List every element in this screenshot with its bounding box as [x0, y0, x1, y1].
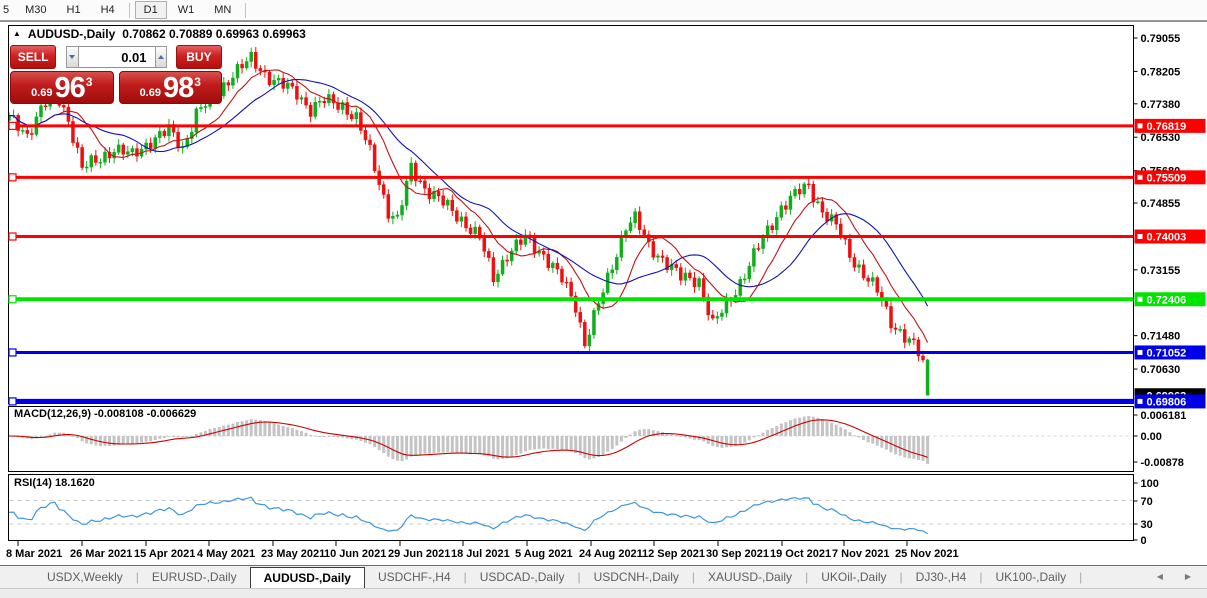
line-price-label: 0.72406: [1135, 292, 1206, 306]
line-anchor-handle[interactable]: [9, 296, 16, 303]
volume-decrease-button[interactable]: [66, 46, 78, 68]
svg-text:25 Nov 2021: 25 Nov 2021: [895, 548, 959, 560]
line-anchor-handle[interactable]: [9, 349, 16, 356]
svg-text:10 Jun 2021: 10 Jun 2021: [324, 548, 386, 560]
chart-tab-xauusd-daily[interactable]: XAUUSD-,Daily: [695, 566, 805, 588]
chart-tab-eurusd-daily[interactable]: EURUSD-,Daily: [139, 566, 250, 588]
svg-text:0.00: 0.00: [1141, 431, 1162, 443]
svg-text:0.77380: 0.77380: [1141, 99, 1181, 111]
chart-tab-usdcnh-daily[interactable]: USDCNH-,Daily: [581, 566, 692, 588]
svg-text:0.75509: 0.75509: [1147, 172, 1187, 184]
svg-text:30 Sep 2021: 30 Sep 2021: [706, 548, 769, 560]
svg-text:70: 70: [1141, 496, 1153, 508]
line-anchor-handle[interactable]: [9, 398, 16, 405]
svg-text:19 Oct 2021: 19 Oct 2021: [770, 548, 831, 560]
buy-price-sup: 3: [194, 75, 201, 89]
macd-indicator-label: MACD(12,26,9) -0.008108 -0.006629: [14, 408, 196, 420]
svg-text:30: 30: [1141, 519, 1153, 531]
svg-text:100: 100: [1141, 478, 1159, 490]
volume-increase-button[interactable]: [155, 46, 167, 68]
spin-down-icon: [69, 55, 75, 59]
svg-text:4 May 2021: 4 May 2021: [197, 548, 255, 560]
sell-price-big: 96: [54, 75, 84, 102]
svg-text:0.006181: 0.006181: [1141, 410, 1187, 422]
line-price-label: 0.74003: [1135, 230, 1206, 244]
chart-tab-usdchf-h4[interactable]: USDCHF-,H4: [365, 566, 464, 588]
svg-text:0.73155: 0.73155: [1141, 265, 1181, 277]
svg-text:0.71480: 0.71480: [1141, 331, 1181, 343]
rsi-panel: [9, 475, 1134, 541]
buy-price-big: 98: [163, 75, 193, 102]
line-price-label: 0.75509: [1135, 170, 1206, 184]
ohlc-values: 0.70862 0.70889 0.69963 0.69963: [122, 27, 306, 41]
buy-price-button[interactable]: 0.69 98 3: [119, 71, 223, 104]
sell-button[interactable]: SELL: [10, 45, 56, 69]
sell-price-button[interactable]: 0.69 96 3: [10, 71, 114, 104]
svg-text:0.69806: 0.69806: [1147, 396, 1187, 408]
chart-tab-usdcad-daily[interactable]: USDCAD-,Daily: [467, 566, 578, 588]
chart-tab-bar: USDX,Weekly|EURUSD-,DailyAUDUSD-,DailyUS…: [0, 565, 1207, 588]
tabs-scroll-left-icon[interactable]: ◀: [1157, 573, 1163, 581]
svg-text:0.74003: 0.74003: [1147, 232, 1187, 244]
svg-text:23 May 2021: 23 May 2021: [261, 548, 325, 560]
tabs-scroll-right-icon[interactable]: ▶: [1185, 573, 1191, 581]
svg-text:0.74855: 0.74855: [1141, 198, 1181, 210]
line-anchor-handle[interactable]: [9, 122, 16, 129]
rsi-indicator-label: RSI(14) 18.1620: [14, 477, 95, 489]
svg-text:7 Nov 2021: 7 Nov 2021: [832, 548, 889, 560]
line-price-label: 0.76819: [1135, 119, 1206, 133]
chart-tab-dj30-h4[interactable]: DJ30-,H4: [903, 566, 980, 588]
svg-text:0.78205: 0.78205: [1141, 66, 1181, 78]
svg-text:8 Mar 2021: 8 Mar 2021: [6, 548, 62, 560]
svg-text:12 Sep 2021: 12 Sep 2021: [642, 548, 705, 560]
svg-text:-0.00878: -0.00878: [1141, 457, 1184, 469]
svg-text:29 Jun 2021: 29 Jun 2021: [388, 548, 450, 560]
line-anchor-handle[interactable]: [9, 233, 16, 240]
line-anchor-handle[interactable]: [9, 174, 16, 181]
svg-text:0.76530: 0.76530: [1141, 132, 1181, 144]
sell-price-sup: 3: [86, 75, 93, 89]
svg-text:0.71052: 0.71052: [1147, 347, 1187, 359]
svg-text:18 Jul 2021: 18 Jul 2021: [451, 548, 510, 560]
svg-text:0: 0: [1141, 535, 1147, 547]
volume-input[interactable]: [79, 46, 155, 68]
svg-text:24 Aug 2021: 24 Aug 2021: [579, 548, 643, 560]
chart-tab-audusd-daily[interactable]: AUDUSD-,Daily: [250, 567, 365, 588]
svg-text:0.76819: 0.76819: [1147, 121, 1187, 133]
tab-divider: |: [1079, 566, 1082, 588]
line-price-label: 0.71052: [1135, 345, 1206, 359]
spin-up-icon: [158, 55, 164, 59]
chart-tab-uk100-daily[interactable]: UK100-,Daily: [982, 566, 1079, 588]
svg-text:5 Aug 2021: 5 Aug 2021: [515, 548, 573, 560]
line-price-label: 0.69806: [1135, 394, 1206, 408]
chart-tab-usdx-weekly[interactable]: USDX,Weekly: [34, 566, 136, 588]
svg-text:0.72406: 0.72406: [1147, 294, 1187, 306]
chart-tab-ukoil-daily[interactable]: UKOil-,Daily: [808, 566, 899, 588]
sell-price-prefix: 0.69: [31, 87, 52, 99]
price-axis: 0.790550.782050.773800.765300.756800.748…: [1134, 33, 1187, 547]
chart-title: ▲ AUDUSD-,Daily 0.70862 0.70889 0.69963 …: [13, 27, 306, 41]
collapse-triangle-icon[interactable]: ▲: [13, 29, 21, 38]
buy-button[interactable]: BUY: [176, 45, 222, 69]
symbol-period-label: AUDUSD-,Daily: [28, 27, 115, 41]
svg-text:0.79055: 0.79055: [1141, 33, 1181, 45]
time-axis: 8 Mar 2021 26 Mar 202115 Apr 20214 May 20…: [6, 541, 959, 560]
svg-text:26 Mar 2021: 26 Mar 2021: [70, 548, 132, 560]
svg-text:15 Apr 2021: 15 Apr 2021: [134, 548, 195, 560]
buy-price-prefix: 0.69: [140, 87, 161, 99]
one-click-trading-panel: SELL BUY 0.69 96 3 0.69 98 3: [10, 45, 222, 104]
svg-text:0.70630: 0.70630: [1141, 364, 1181, 376]
